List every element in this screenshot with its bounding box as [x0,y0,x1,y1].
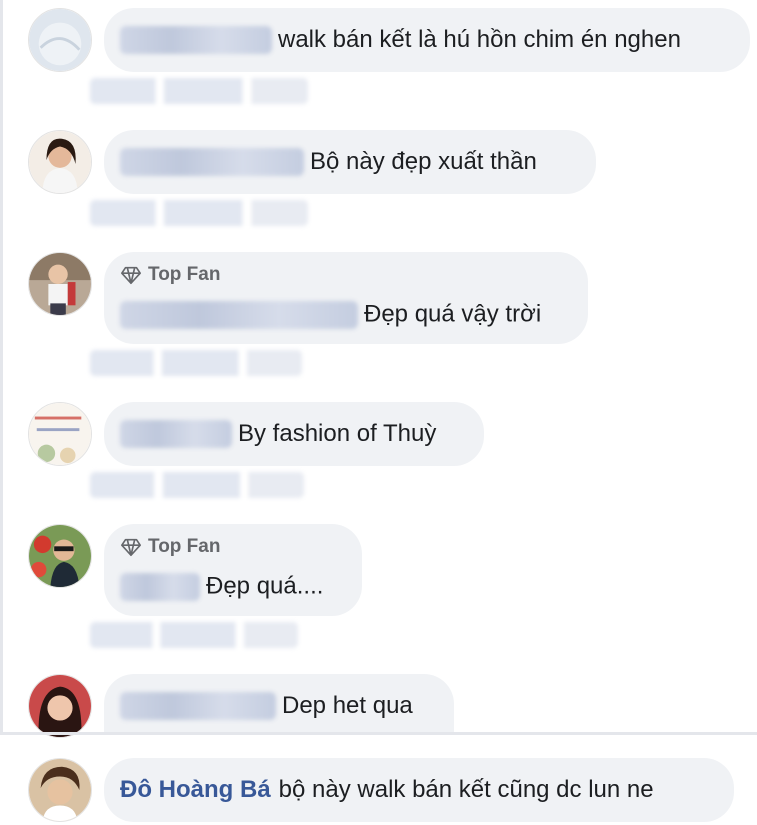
commenter-name[interactable] [120,572,200,601]
comment-bubble: Đô Hoàng Bá bộ này walk bán kết cũng dc l… [104,758,734,822]
commenter-name[interactable] [120,420,232,448]
commenter-name[interactable] [120,692,276,720]
comment-text: bộ này walk bán kết cũng dc lun ne [278,776,654,803]
comment-bubble: walk bán kết là hú hồn chim én nghen [104,8,750,72]
comment-text: Đẹp quá vậy trời [364,300,542,328]
avatar[interactable] [28,8,92,72]
avatar[interactable] [28,758,92,822]
badge-label: Top Fan [148,264,221,285]
commenter-name[interactable] [120,148,304,176]
comment-actions[interactable] [90,78,308,104]
comment-actions[interactable] [90,350,302,376]
commenter-name[interactable] [120,300,358,329]
thread-divider [0,732,757,735]
comment-bubble: Bộ này đẹp xuất thần [104,130,596,194]
comment-bubble: Top Fan Đẹp quá.... [104,524,362,616]
comment-bubble: Dep het qua [104,674,454,732]
diamond-icon [121,266,141,285]
commenter-name[interactable] [120,26,272,54]
avatar[interactable] [28,402,92,466]
comment-actions[interactable] [90,472,304,498]
badge-label: Top Fan [148,536,221,557]
avatar[interactable] [28,524,92,588]
thread-rule [0,0,3,732]
comment-actions[interactable] [90,622,298,648]
diamond-icon [121,538,141,557]
comment-bubble: By fashion of Thuỳ [104,402,484,466]
avatar[interactable] [28,252,92,316]
comment-text: walk bán kết là hú hồn chim én nghen [278,26,681,53]
avatar[interactable] [28,674,92,738]
comment-author[interactable]: Đô Hoàng Bá [120,776,271,803]
comment-text: Đẹp quá.... [206,572,324,600]
comment-bubble: Top Fan Đẹp quá vậy trời [104,252,588,344]
comment-text: By fashion of Thuỳ [238,420,437,447]
comment-text: Dep het qua [282,692,413,719]
top-fan-badge: Top Fan [120,260,568,290]
comment-text: Bộ này đẹp xuất thần [310,148,537,175]
avatar[interactable] [28,130,92,194]
top-fan-badge: Top Fan [120,532,342,562]
comment-actions[interactable] [90,200,308,226]
